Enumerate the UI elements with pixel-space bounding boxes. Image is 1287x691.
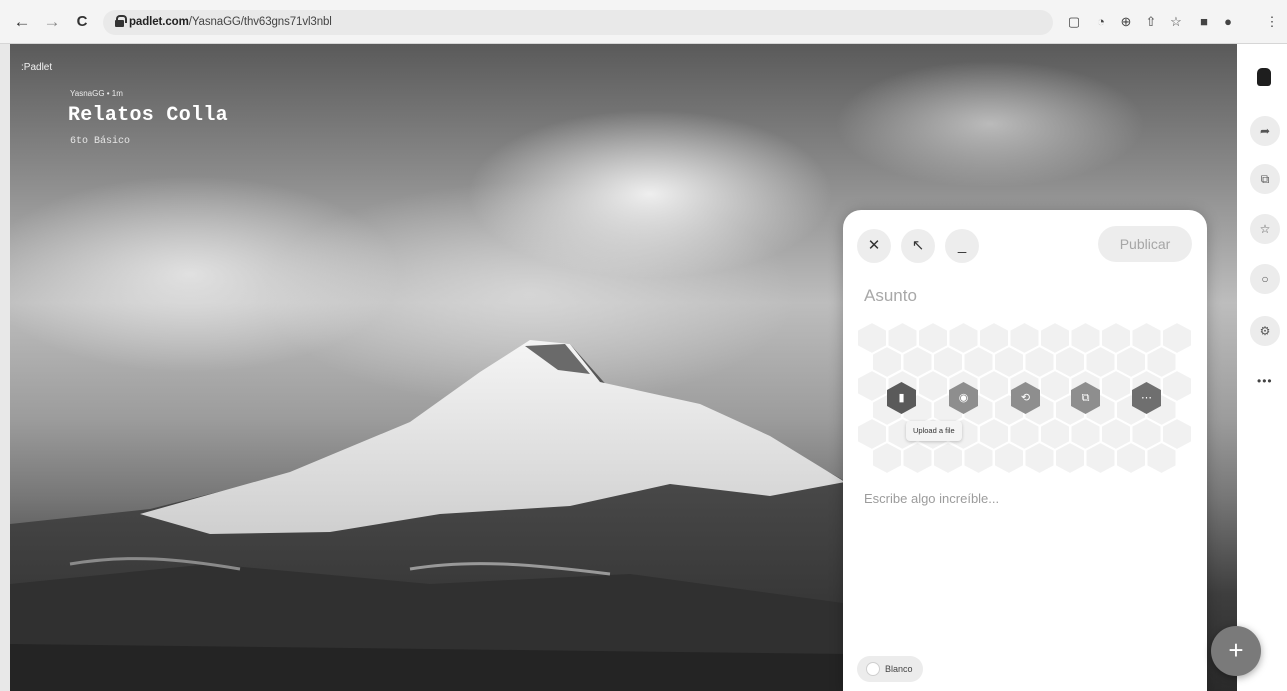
link-icon[interactable]: ⟲ [1011,382,1040,414]
board-subtitle: 6to Básico [70,136,131,147]
attach-glyph: ⋯ [1141,392,1152,404]
body-input[interactable]: Escribe algo increíble... [864,491,999,506]
bookmark-star-icon[interactable]: ☆ [1168,14,1184,30]
image-search-icon[interactable]: ⧉ [1071,382,1100,414]
address-bar[interactable]: padlet.com/YasnaGG/thv63gns71vl3nbl [103,10,1053,35]
right-sidebar: ➦ ⧉ ☆ ○ ⚙ ••• [1237,44,1287,691]
upload-file-icon[interactable]: ▮ [887,382,916,414]
more-icon[interactable]: ⋯ [1132,382,1161,414]
share-arrow-icon[interactable]: ➦ [1250,116,1280,146]
reload-icon[interactable]: C [72,12,92,32]
bell-icon[interactable]: ○ [1250,264,1280,294]
profile-avatar-icon[interactable]: ● [1220,14,1236,30]
hex-tile [1115,440,1147,474]
page-icon[interactable]: ▢ [1066,14,1082,30]
expand-icon[interactable]: ↖ [901,229,935,263]
post-composer: ✕ ↖ _ Publicar Asunto ▮ ◉ ⟲ ⧉ ⋯ Upload a fil… [843,210,1207,691]
forward-icon[interactable]: → [42,12,62,32]
close-icon[interactable]: ✕ [857,229,891,263]
minimize-icon[interactable]: _ [945,229,979,263]
slideshow-icon[interactable]: ⧉ [1250,164,1280,194]
publish-button[interactable]: Publicar [1098,226,1192,262]
upload-tooltip: Upload a file [906,421,962,441]
star-icon[interactable]: ☆ [1250,214,1280,244]
url-path: /YasnaGG/thv63gns71vl3nbl [188,16,332,28]
hex-tile [993,440,1025,474]
translate-icon[interactable]: ⊕ [1118,14,1134,30]
url-text: padlet.com/YasnaGG/thv63gns71vl3nbl [129,16,332,28]
hex-tile [962,440,995,474]
subject-input[interactable]: Asunto [864,286,917,306]
attach-glyph: ▮ [898,392,905,404]
settings-icon[interactable]: ⚙ [1250,316,1280,346]
lock-icon [115,15,127,27]
hex-tile [1145,440,1178,474]
hex-tile [932,440,964,474]
hex-tile [871,440,903,474]
attach-glyph: ◉ [958,392,969,404]
color-label: Blanco [885,664,913,674]
hex-tile [901,440,934,474]
attach-glyph: ⧉ [1081,392,1090,404]
hex-tile [1054,440,1086,474]
hex-tile [1023,440,1056,474]
browser-menu-icon[interactable]: ⋮ [1264,14,1280,30]
color-swatch-icon [866,662,880,676]
reading-list-icon[interactable]: ■ [1196,14,1212,30]
hex-tile [1084,440,1117,474]
more-options-icon[interactable]: ••• [1257,374,1273,388]
attach-glyph: ⟲ [1020,392,1031,404]
share-icon[interactable]: ⇧ [1143,14,1159,30]
back-icon[interactable]: ← [12,12,32,32]
color-selector[interactable]: Blanco [857,656,923,682]
browser-toolbar: ← → C padlet.com/YasnaGG/thv63gns71vl3nb… [0,0,1287,44]
camera-icon[interactable]: ◉ [949,382,978,414]
padlet-logo[interactable]: :Padlet [21,62,52,73]
url-host: padlet.com [129,16,189,28]
google-lens-icon[interactable]: ◔ [1093,14,1109,30]
board-author: YasnaGG • 1m [70,89,123,98]
add-post-button[interactable]: + [1211,626,1261,676]
board-title: Relatos Colla [68,104,228,127]
remake-icon[interactable] [1257,68,1271,86]
